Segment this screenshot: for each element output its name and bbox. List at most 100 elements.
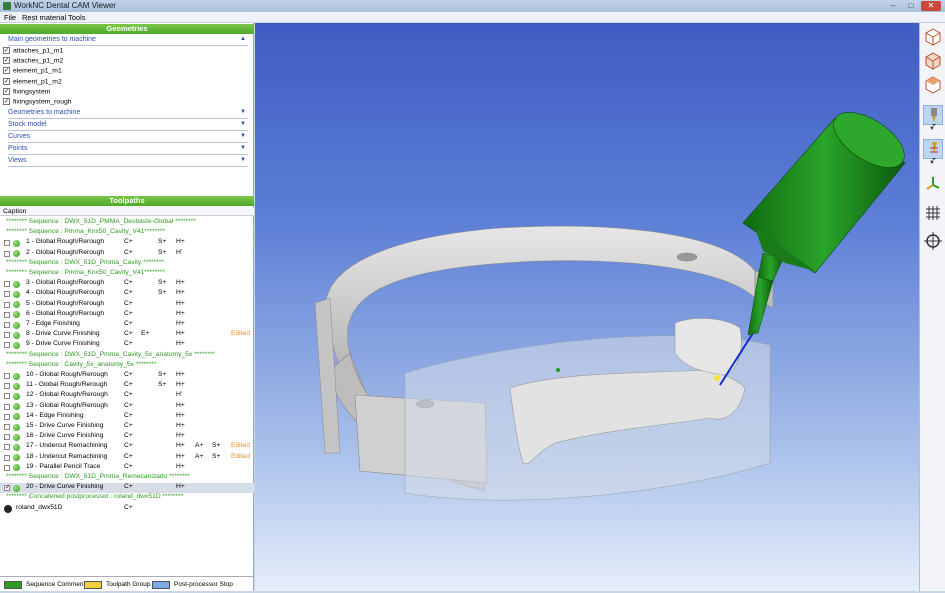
col-h: H+: [176, 279, 185, 287]
col-a: A+: [195, 442, 204, 450]
axis-icon[interactable]: [923, 173, 943, 193]
geometry-checkbox[interactable]: ✓: [3, 47, 10, 54]
cube-front-icon[interactable]: [923, 27, 943, 47]
toolpath-row[interactable]: 9 - Drive Curve Finishing C+ H+: [0, 340, 254, 350]
tool-view-icon[interactable]: [923, 105, 943, 126]
dropdown-arrow-icon[interactable]: ▼: [929, 126, 935, 132]
main-geometries-section[interactable]: Main geometries to machine ▲: [8, 36, 248, 46]
toolpath-name: 14 - Edge Finishing: [26, 411, 84, 419]
col-h: H+: [176, 238, 185, 246]
toolpath-checkbox[interactable]: [4, 393, 10, 400]
cube-iso-icon[interactable]: [923, 51, 943, 71]
postprocessor-row[interactable]: roland_dwx51D C+: [0, 504, 254, 514]
toolpath-row[interactable]: 18 - Undercut Remachining C+ H+ A+ S+ Edited: [0, 453, 254, 463]
3d-viewport[interactable]: [255, 23, 919, 591]
toolpath-row[interactable]: 16 - Drive Curve Finishing C+ H+: [0, 432, 254, 442]
col-h: H+: [176, 401, 185, 409]
toolpath-row[interactable]: 2 - Global Rough/Rerough C+ S+ H': [0, 249, 254, 259]
sequence-row[interactable]: ******** Sequence : DWX_51D_Pmma_Remecan…: [0, 473, 254, 483]
toolpath-checkbox[interactable]: [4, 291, 10, 298]
toolpath-row[interactable]: 5 - Global Rough/Rerough C+ H+: [0, 300, 254, 310]
geometry-item[interactable]: ✓ fixingsystem: [3, 87, 50, 98]
toolpath-checkbox[interactable]: [4, 281, 10, 288]
geometry-section[interactable]: Curves ▼: [8, 133, 248, 143]
sequence-row[interactable]: ******** Sequence : Pmma_Knx50_Cavity_V4…: [0, 269, 254, 279]
toolpath-row[interactable]: 4 - Global Rough/Rerough C+ S+ H+: [0, 289, 254, 299]
dropdown-arrow-icon[interactable]: ▼: [929, 160, 935, 166]
toolpath-checkbox[interactable]: [4, 424, 10, 430]
maximize-button[interactable]: □: [903, 1, 919, 11]
geometry-checkbox[interactable]: ✓: [3, 77, 10, 85]
toolpath-view-icon[interactable]: [923, 139, 943, 160]
geometry-item[interactable]: ✓ fixingsystem_rough: [3, 98, 72, 108]
target-icon[interactable]: [923, 231, 943, 251]
menu-tools[interactable]: Tools: [68, 13, 86, 22]
toolpath-row[interactable]: 10 - Global Rough/Rerough C+ S+ H+: [0, 371, 254, 381]
menu-file[interactable]: File: [4, 13, 16, 22]
sequence-row[interactable]: ******** Sequence : DWX_51D_Pmma_Cavity_…: [0, 351, 254, 361]
col-c: C+: [124, 248, 133, 256]
geometry-checkbox[interactable]: ✓: [3, 98, 10, 105]
toolpath-checkbox[interactable]: [4, 413, 10, 420]
toolpath-checkbox[interactable]: [4, 250, 10, 257]
toolpath-checkbox[interactable]: [4, 332, 10, 339]
col-c: C+: [124, 289, 133, 297]
toolpath-checkbox[interactable]: [4, 383, 10, 390]
toolpath-row[interactable]: 17 - Undercut Remachining C+ H+ A+ S+ Edited: [0, 442, 254, 452]
toolpath-row[interactable]: 7 - Edge Finishing C+ H+: [0, 320, 254, 330]
caption-column-header[interactable]: Caption: [0, 207, 254, 216]
toolpath-checkbox[interactable]: [4, 342, 10, 349]
toolpath-checkbox[interactable]: [4, 311, 10, 318]
geometry-section[interactable]: Views ▼: [8, 157, 248, 167]
status-dot-icon: [13, 250, 20, 258]
legend-label-sequence: Sequence Comment: [26, 581, 86, 588]
grid-icon[interactable]: [923, 203, 943, 223]
toolpath-row[interactable]: 1 - Global Rough/Rerough C+ S+ H+: [0, 238, 254, 248]
geometry-checkbox[interactable]: ✓: [3, 57, 10, 65]
geometry-checkbox[interactable]: ✓: [3, 67, 10, 75]
geometry-section-label: Stock model: [8, 121, 47, 128]
toolpath-row[interactable]: 19 - Parallel Pencil Trace C+ H+: [0, 463, 254, 473]
toolpath-checkbox[interactable]: [4, 454, 10, 461]
sequence-row[interactable]: ******** Sequence : Cavity_5x_anatomy_5x…: [0, 361, 254, 371]
geometry-item[interactable]: ✓ element_p1_m1: [3, 67, 62, 77]
toolpath-row[interactable]: 15 - Drive Curve Finishing C+ H+: [0, 422, 254, 432]
geometry-item[interactable]: ✓ attaches_p1_m1: [3, 47, 63, 57]
geometry-section[interactable]: Stock model ▼: [8, 121, 248, 131]
close-button[interactable]: ✕: [921, 1, 941, 11]
toolpath-checkbox[interactable]: [4, 240, 10, 247]
minimize-button[interactable]: –: [885, 1, 901, 11]
toolpath-checkbox[interactable]: [4, 444, 10, 451]
col-s: S+: [158, 381, 167, 389]
geometry-item[interactable]: ✓ attaches_p1_m2: [3, 57, 63, 67]
toolpath-checkbox[interactable]: [4, 373, 10, 379]
status-dot-icon: [13, 290, 20, 298]
toolpath-row[interactable]: ✓ 20 - Drive Curve Finishing C+ H+: [0, 483, 254, 494]
toolpath-checkbox[interactable]: [4, 322, 10, 328]
toolpath-row[interactable]: 11 - Global Rough/Rerough C+ S+ H+: [0, 381, 254, 391]
sequence-row[interactable]: ******** Sequence : DWX_51D_Pmma_Cavity …: [0, 259, 254, 269]
toolpath-checkbox[interactable]: [4, 301, 10, 308]
cube-top-icon[interactable]: [923, 75, 943, 95]
geometry-section[interactable]: Points ▼: [8, 145, 248, 155]
sequence-row[interactable]: ******** Concatened postprocessor : rola…: [0, 493, 254, 503]
toolpath-row[interactable]: 12 - Global Rough/Rerough C+ H': [0, 391, 254, 401]
toolpath-row[interactable]: 6 - Global Rough/Rerough C+ H+: [0, 310, 254, 320]
toolpath-row[interactable]: 3 - Global Rough/Rerough C+ S+ H+: [0, 279, 254, 289]
menu-rest-material[interactable]: Rest material: [22, 13, 66, 22]
sequence-row[interactable]: ******** Sequence : Pmma_Knx50_Cavity_V4…: [0, 228, 254, 238]
toolpath-row[interactable]: 8 - Drive Curve Finishing C+ E+ H+ Edited: [0, 330, 254, 340]
sequence-row[interactable]: ******** Sequence : DWX_51D_PMMA_Desbast…: [0, 218, 254, 228]
toolpath-checkbox[interactable]: [4, 403, 10, 410]
toolpath-checkbox[interactable]: [4, 434, 10, 441]
geometry-section[interactable]: Geometries to machine ▼: [8, 109, 248, 119]
toolpath-row[interactable]: 14 - Edge Finishing C+ H+: [0, 412, 254, 422]
toolpath-row[interactable]: 13 - Global Rough/Rerough C+ H+: [0, 402, 254, 412]
col-h: H+: [176, 411, 185, 419]
toolpath-checkbox[interactable]: ✓: [4, 485, 10, 492]
geometry-checkbox[interactable]: ✓: [3, 87, 10, 95]
toolpath-checkbox[interactable]: [4, 464, 10, 471]
geometry-item[interactable]: ✓ element_p1_m2: [3, 77, 62, 88]
col-h: H+: [176, 422, 185, 429]
col-c: C+: [124, 371, 133, 378]
